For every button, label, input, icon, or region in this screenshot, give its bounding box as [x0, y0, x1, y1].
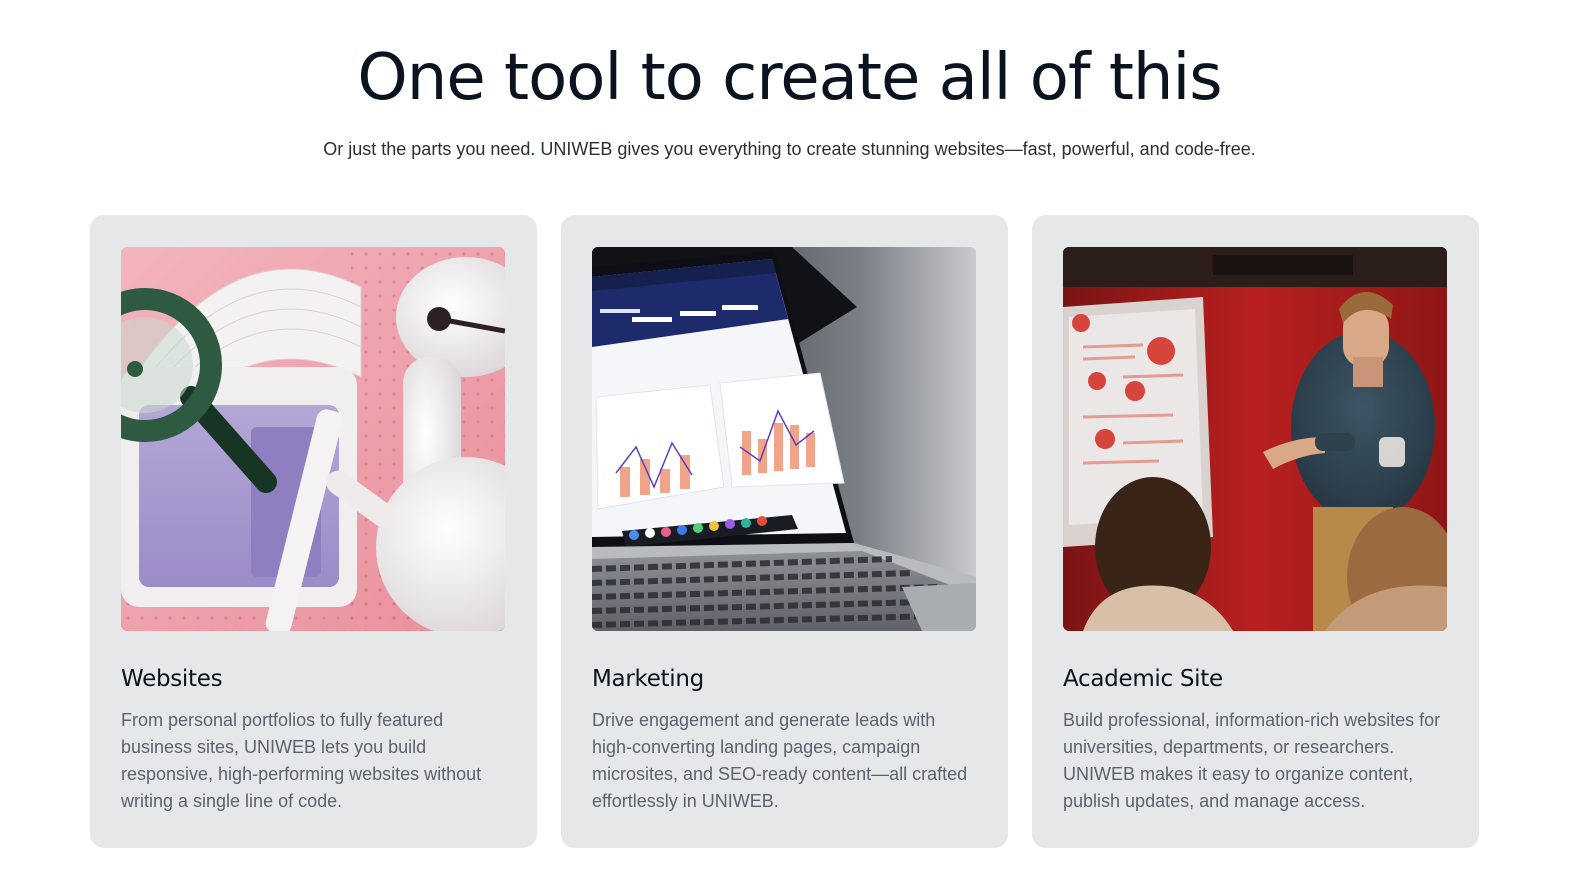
card-marketing[interactable]: Marketing Drive engagement and generate … — [561, 215, 1008, 848]
card-description: Drive engagement and generate leads with… — [592, 710, 968, 811]
card-image-academic-site — [1063, 247, 1447, 631]
feature-cards: Websites From personal portfolios to ful… — [90, 215, 1479, 848]
hero-section: One tool to create all of this Or just t… — [0, 0, 1579, 162]
page-subtitle: Or just the parts you need. UNIWEB gives… — [323, 139, 1256, 159]
presenter-lecture-photo — [1063, 247, 1447, 631]
robot-magnifier-illustration — [121, 247, 505, 631]
card-title: Academic Site — [1063, 666, 1223, 692]
laptop-dashboard-photo — [592, 247, 976, 631]
card-academic-site[interactable]: Academic Site Build professional, inform… — [1032, 215, 1479, 848]
card-title: Marketing — [592, 666, 704, 692]
card-websites[interactable]: Websites From personal portfolios to ful… — [90, 215, 537, 848]
card-description: Build professional, information-rich web… — [1063, 710, 1441, 811]
card-description: From personal portfolios to fully featur… — [121, 710, 482, 811]
card-title: Websites — [121, 666, 223, 692]
card-image-marketing — [592, 247, 976, 631]
page-title: One tool to create all of this — [357, 41, 1222, 115]
card-image-websites — [121, 247, 505, 631]
